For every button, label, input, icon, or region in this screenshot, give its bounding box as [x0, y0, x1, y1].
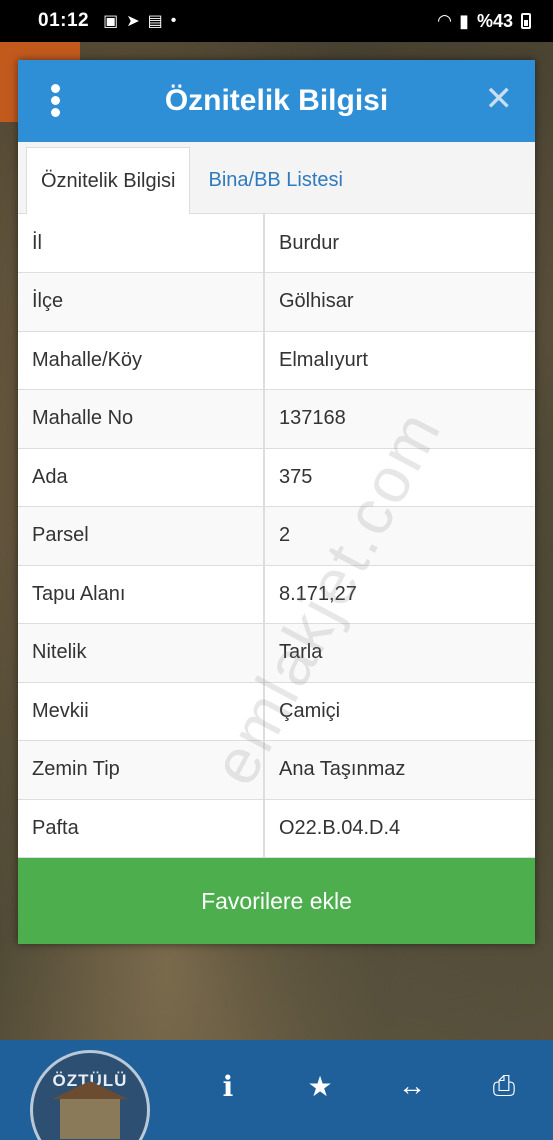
attribute-key: Nitelik: [18, 623, 265, 683]
attribute-value: 375: [264, 448, 535, 507]
bottom-toolbar: ÖZTÜLÜ i ★ ↔ ⎙: [0, 1040, 553, 1140]
table-row: Mahalle/Köy Elmalıyurt: [18, 331, 535, 390]
attribute-key: İl: [18, 214, 265, 273]
menu-dots-icon[interactable]: [48, 84, 62, 118]
print-icon[interactable]: ⎙: [484, 1070, 524, 1103]
attribute-key: Mahalle No: [18, 389, 265, 449]
status-time: 01:12: [38, 10, 90, 31]
battery-level: %43: [476, 10, 513, 31]
tab-attribute-info[interactable]: Öznitelik Bilgisi: [26, 147, 191, 214]
table-row: Mevkii Çamiçi: [18, 682, 535, 741]
attribute-key: Ada: [18, 448, 265, 507]
attribute-key: Zemin Tip: [18, 740, 265, 800]
table-row: İlçe Gölhisar: [18, 272, 535, 332]
attribute-value: O22.B.04.D.4: [264, 799, 535, 858]
house-icon: [52, 1081, 128, 1139]
tab-bar: Öznitelik Bilgisi Bina/BB Listesi: [18, 142, 535, 214]
status-right: ◠ ▮ %43: [438, 11, 531, 32]
attribute-value: Çamiçi: [264, 682, 535, 741]
arrows-horizontal-icon[interactable]: ↔: [392, 1070, 432, 1102]
table-row: Pafta O22.B.04.D.4: [18, 799, 535, 858]
attribute-value: Tarla: [264, 623, 535, 683]
table-row: Zemin Tip Ana Taşınmaz: [18, 740, 535, 800]
attribute-key: Mahalle/Köy: [18, 331, 265, 390]
attribute-key: İlçe: [18, 272, 265, 332]
table-row: Nitelik Tarla: [18, 623, 535, 683]
close-icon[interactable]: ✕: [485, 82, 514, 116]
attribute-value: Gölhisar: [264, 272, 535, 332]
attribute-value: 8.171,27: [264, 565, 535, 624]
attribute-dialog: Öznitelik Bilgisi ✕ Öznitelik Bilgisi Bi…: [18, 60, 535, 944]
table-row: Parsel 2: [18, 506, 535, 566]
battery-icon: [521, 13, 531, 29]
dialog-header: Öznitelik Bilgisi ✕: [18, 60, 535, 142]
attribute-value: Burdur: [264, 214, 535, 273]
attribute-value: Elmalıyurt: [264, 331, 535, 390]
attribute-value: 2: [264, 506, 535, 566]
info-icon[interactable]: i: [208, 1070, 248, 1103]
star-icon[interactable]: ★: [300, 1070, 340, 1103]
add-favorite-button[interactable]: Favorilere ekle: [18, 858, 535, 944]
company-logo: ÖZTÜLÜ: [30, 1050, 150, 1140]
attribute-value: Ana Taşınmaz: [264, 740, 535, 800]
attribute-value: 137168: [264, 389, 535, 449]
telegram-icon: ➤: [126, 13, 140, 30]
dot-icon: •: [170, 12, 177, 29]
status-icons: ▣ ➤ ▤ •: [103, 11, 176, 31]
tab-building-list[interactable]: Bina/BB Listesi: [190, 147, 357, 213]
table-row: Tapu Alanı 8.171,27: [18, 565, 535, 624]
table-row: Ada 375: [18, 448, 535, 507]
status-bar: 01:12 ▣ ➤ ▤ • ◠ ▮ %43: [0, 0, 553, 42]
attribute-table: İl Burdur İlçe Gölhisar Mahalle/Köy Elmalıyur…: [18, 214, 535, 858]
attribute-key: Pafta: [18, 799, 265, 858]
table-row: İl Burdur: [18, 214, 535, 273]
attribute-key: Mevkii: [18, 682, 265, 741]
attribute-key: Tapu Alanı: [18, 565, 265, 624]
image-icon: ▣: [103, 13, 119, 30]
signal-icon: ▮: [459, 10, 469, 31]
table-row: Mahalle No 137168: [18, 389, 535, 449]
dialog-title: Öznitelik Bilgisi: [164, 84, 389, 117]
printer-notification-icon: ▤: [147, 13, 163, 30]
wifi-icon: ◠: [437, 11, 452, 30]
attribute-key: Parsel: [18, 506, 265, 566]
